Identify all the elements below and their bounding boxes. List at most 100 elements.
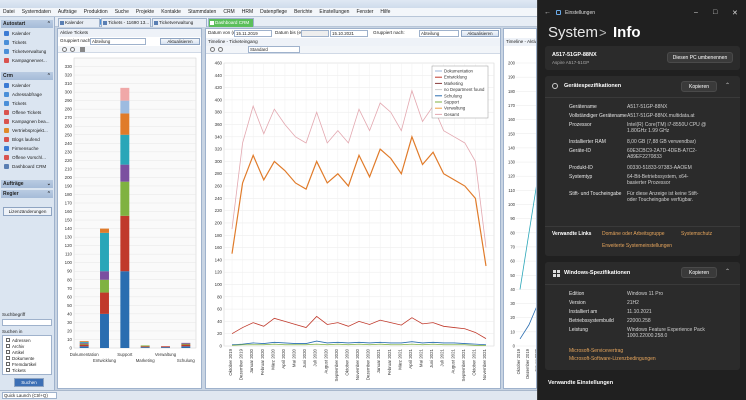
menu-item[interactable]: Aufträge xyxy=(58,9,77,15)
nav-item-crm[interactable]: Tickets xyxy=(4,99,26,108)
autostart-header[interactable]: Autostart ⌃ xyxy=(1,20,53,28)
search-input[interactable] xyxy=(2,319,52,326)
regier-header[interactable]: Regier ⌃ xyxy=(1,190,53,198)
nav-item-crm[interactable]: Blogs laufend xyxy=(4,135,40,144)
menu-item[interactable]: Systemdaten xyxy=(22,9,51,15)
nav-item-ticketverwaltung[interactable]: Ticketverwaltung xyxy=(4,47,46,56)
tab-ticketverwaltung[interactable]: Ticketverwaltung xyxy=(152,18,207,27)
chevron-up-icon[interactable]: ⌃ xyxy=(725,82,730,89)
nav-icon xyxy=(4,119,9,124)
menu-item[interactable]: Datenpflege xyxy=(260,9,287,15)
menu-item[interactable]: Produktion xyxy=(84,9,108,15)
y-tick-label: 20 xyxy=(510,315,515,320)
print-icon[interactable] xyxy=(80,47,85,52)
menu-item[interactable]: HRM xyxy=(242,9,253,15)
nav-item-crm[interactable]: Offene Tickets xyxy=(4,108,41,117)
window-title: Einstellungen xyxy=(565,10,596,16)
x-tick-label: Dezember 2019 xyxy=(239,348,244,380)
minimize-icon[interactable]: – xyxy=(694,9,698,16)
zoom-out-icon[interactable] xyxy=(70,47,75,52)
close-icon[interactable]: ✕ xyxy=(732,9,738,17)
group-by-select[interactable]: Abteilung xyxy=(90,38,146,45)
x-tick-label: Juni 2021 xyxy=(429,348,434,368)
menu-item[interactable]: Suche xyxy=(115,9,129,15)
menu-item[interactable]: Kontakte xyxy=(161,9,181,15)
windows-logo-icon xyxy=(553,270,560,277)
back-arrow-icon[interactable]: ← xyxy=(544,9,551,16)
checkbox-box[interactable] xyxy=(6,350,10,354)
search-option-checkbox[interactable]: Tickets xyxy=(6,367,26,373)
refresh-button[interactable]: Aktualisieren xyxy=(160,38,200,45)
menu-item[interactable]: CRM xyxy=(223,9,234,15)
date-from-input[interactable]: 15.11.2019 xyxy=(234,30,272,37)
tab-kalender[interactable]: Kalender xyxy=(58,18,100,27)
nav-item-crm[interactable]: Offene Vorschl... xyxy=(4,153,46,162)
layout-select[interactable]: Standard xyxy=(248,46,300,53)
copy-windows-specs-button[interactable]: Kopieren xyxy=(681,267,717,278)
menu-item[interactable]: Hilfe xyxy=(380,9,390,15)
chevron-up-icon[interactable]: ⌃ xyxy=(725,268,730,275)
date-to-input-empty[interactable] xyxy=(301,30,329,37)
search-option-label: Tickets xyxy=(12,367,26,373)
group-by-select[interactable]: Abteilung xyxy=(419,30,459,37)
nav-item-crm[interactable]: Vertriebsprojekt... xyxy=(4,126,48,135)
y-tick-label: 10 xyxy=(510,329,515,334)
maximize-icon[interactable]: □ xyxy=(713,9,717,16)
search-button[interactable]: Suchen xyxy=(14,378,44,387)
copy-device-specs-button[interactable]: Kopieren xyxy=(681,81,717,92)
advanced-settings-link[interactable]: Erweiterte Systemeinstellungen xyxy=(602,243,672,249)
nav-item-label: Adressabfrage xyxy=(12,92,42,97)
tab-tickets[interactable]: Tickets - 11690 13... xyxy=(101,18,151,27)
nav-item-tickets[interactable]: Tickets xyxy=(4,38,26,47)
crm-header[interactable]: Crm ⌃ xyxy=(1,72,53,80)
menu-item[interactable]: Stammdaten xyxy=(188,9,216,15)
tab-dashboard-crm[interactable]: Dashboard CRM xyxy=(208,18,254,27)
zoom-icon[interactable] xyxy=(62,47,67,52)
nav-item-crm[interactable]: Kalender xyxy=(4,81,30,90)
spec-value: Für diese Anzeige ist keine Stift- oder … xyxy=(627,191,699,203)
quick-launch-input[interactable]: Quick Launch (Ctrl+Q) xyxy=(2,392,57,399)
auftraege-header[interactable]: Aufträge ⌄ xyxy=(1,180,53,188)
lizenzaenderungen-button[interactable]: Lizenzänderungen xyxy=(3,207,52,216)
service-agreement-link[interactable]: Microsoft-Servicevertrag xyxy=(569,348,623,354)
checkbox-box[interactable] xyxy=(6,356,10,360)
nav-icon xyxy=(4,83,9,88)
menu-item[interactable]: Einstellungen xyxy=(319,9,349,15)
y-tick-label: 0 xyxy=(513,344,516,349)
system-protection-link[interactable]: Systemschutz xyxy=(681,231,712,237)
nav-item-kampagnen[interactable]: Kampagnenver... xyxy=(4,56,47,65)
nav-item-kalender[interactable]: Kalender xyxy=(4,29,30,38)
y-tick-label: 270 xyxy=(65,115,73,120)
checkbox-box[interactable] xyxy=(6,368,10,372)
y-tick-label: 120 xyxy=(215,270,223,275)
stacked-bar-chart: 0 10 20 30 40 50 60 70 80 90 100 110 120 130 140 150 160… xyxy=(65,57,197,363)
menu-item[interactable]: Datei xyxy=(3,9,15,15)
checkbox-box[interactable] xyxy=(6,338,10,342)
date-to-input[interactable]: 15.10.2021 xyxy=(330,30,368,37)
divider xyxy=(545,97,740,98)
y-tick-label: 170 xyxy=(65,201,73,206)
menu-item[interactable]: Fenster xyxy=(356,9,373,15)
rename-pc-button[interactable]: Diesen PC umbenennen xyxy=(667,52,733,63)
nav-icon xyxy=(4,92,9,97)
nav-item-crm[interactable]: Adressabfrage xyxy=(4,90,42,99)
auftraege-header-label: Aufträge xyxy=(3,181,24,187)
zoom-out-icon[interactable] xyxy=(218,47,223,52)
menu-item[interactable]: Projekte xyxy=(136,9,154,15)
checkbox-box[interactable] xyxy=(6,344,10,348)
menu-item[interactable]: Berichte xyxy=(294,9,312,15)
y-tick-label: 190 xyxy=(65,183,73,188)
refresh-button[interactable]: Aktualisieren xyxy=(461,30,499,37)
breadcrumb-parent[interactable]: System xyxy=(548,24,598,41)
domain-link[interactable]: Domäne oder Arbeitsgruppe xyxy=(602,231,665,237)
x-tick-label: September 2020 xyxy=(334,348,339,381)
nav-item-crm[interactable]: Firmensuche xyxy=(4,144,39,153)
license-terms-link[interactable]: Microsoft-Software-Lizenzbedingungen xyxy=(569,356,656,362)
nav-item-crm[interactable]: Dashboard CRM xyxy=(4,162,46,171)
nav-item-crm[interactable]: Kampagnen bea... xyxy=(4,117,50,126)
checkbox-box[interactable] xyxy=(6,362,10,366)
zoom-icon[interactable] xyxy=(210,47,215,52)
x-tick-label: Oktober 2020 xyxy=(344,348,349,375)
y-tick-label: 160 xyxy=(508,117,516,122)
legend-label: Verwaltung xyxy=(444,106,466,111)
